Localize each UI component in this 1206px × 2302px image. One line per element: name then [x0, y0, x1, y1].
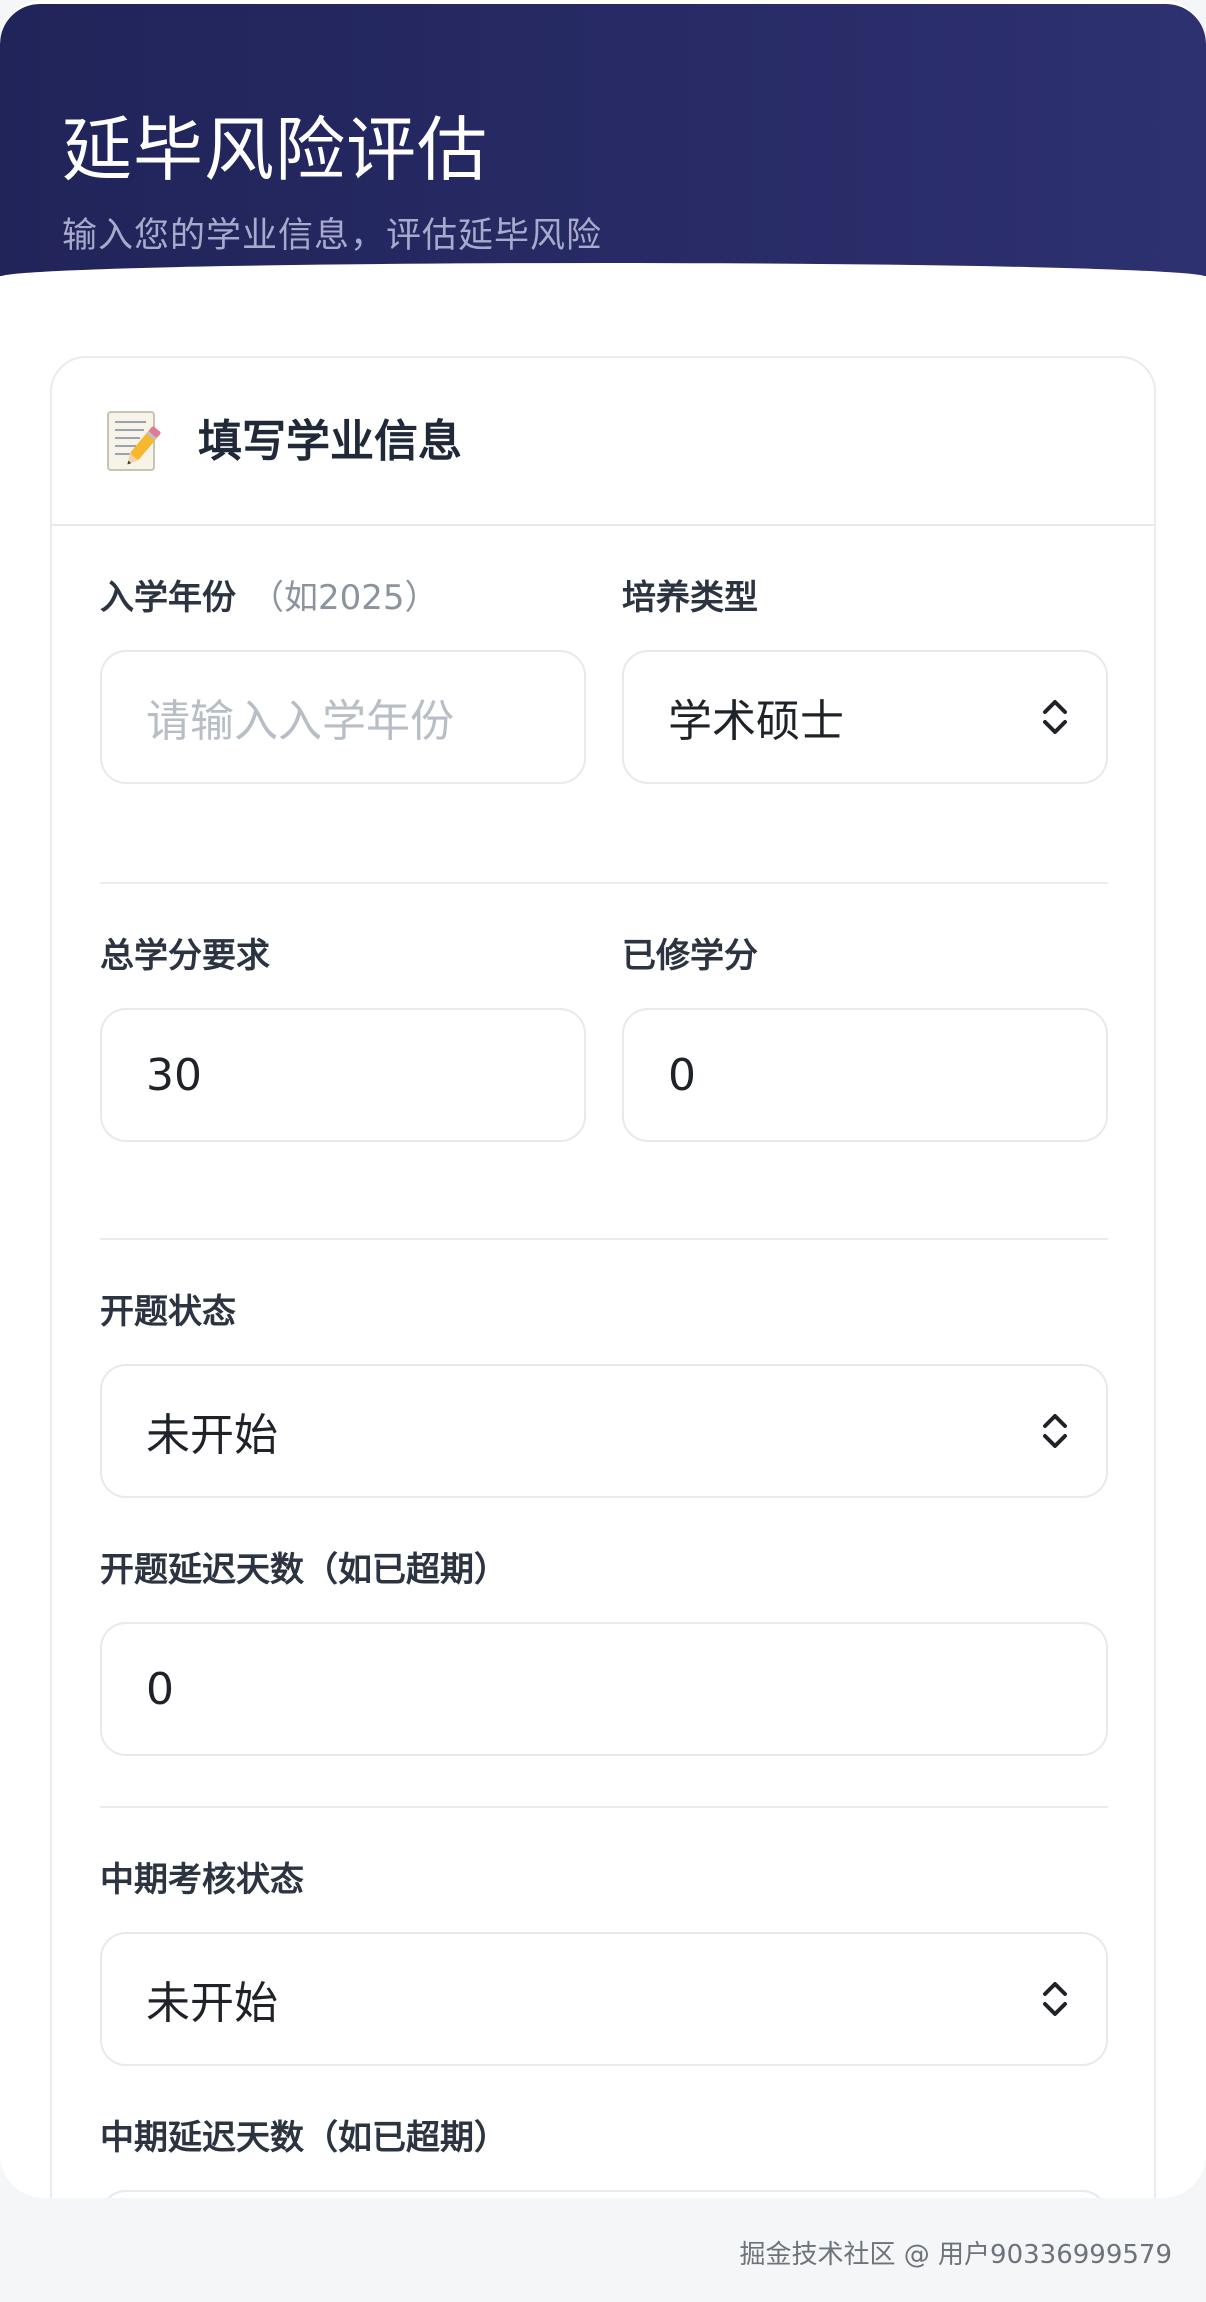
enrollment-year-hint: （如2025）	[250, 578, 439, 618]
card-title: 填写学业信息	[198, 416, 462, 467]
earned-credits-value: 0	[668, 1049, 696, 1101]
watermark: 掘金技术社区 @ 用户90336999579	[739, 2240, 1173, 2270]
section-divider	[100, 882, 1108, 884]
midterm-delay-input[interactable]	[100, 2190, 1108, 2198]
proposal-status-select[interactable]: 未开始	[100, 1364, 1108, 1498]
proposal-status-label: 开题状态	[100, 1292, 236, 1332]
chevron-up-down-icon	[1043, 1982, 1067, 2016]
total-credits-label: 总学分要求	[100, 936, 270, 976]
total-credits-value: 30	[146, 1049, 202, 1101]
midterm-status-select[interactable]: 未开始	[100, 1932, 1108, 2066]
proposal-delay-label: 开题延迟天数（如已超期）	[100, 1550, 508, 1590]
card-header: 填写学业信息	[52, 358, 1154, 526]
program-type-value: 学术硕士	[668, 696, 844, 747]
midterm-status-value: 未开始	[146, 1978, 278, 2029]
section-divider	[100, 1806, 1108, 1808]
chevron-up-down-icon	[1043, 1414, 1067, 1448]
page-header: 延毕风险评估 输入您的学业信息，评估延毕风险	[0, 4, 1206, 277]
proposal-delay-input[interactable]: 0	[100, 1622, 1108, 1756]
page-subtitle: 输入您的学业信息，评估延毕风险	[62, 216, 603, 256]
section-divider	[100, 1238, 1108, 1240]
enrollment-year-input[interactable]: 请输入入学年份	[100, 650, 586, 784]
proposal-status-value: 未开始	[146, 1410, 278, 1461]
midterm-status-label: 中期考核状态	[100, 1860, 304, 1900]
earned-credits-label: 已修学分	[622, 936, 758, 976]
enrollment-year-label: 入学年份 （如2025）	[100, 576, 439, 620]
midterm-delay-label: 中期延迟天数（如已超期）	[100, 2118, 508, 2158]
memo-icon	[107, 411, 161, 471]
app-container: 延毕风险评估 输入您的学业信息，评估延毕风险 填写学业信息 入学年份 （如202…	[0, 0, 1206, 2198]
program-type-select[interactable]: 学术硕士	[622, 650, 1108, 784]
page: 延毕风险评估 输入您的学业信息，评估延毕风险 填写学业信息 入学年份 （如202…	[0, 0, 1206, 2302]
program-type-label: 培养类型	[622, 578, 758, 618]
earned-credits-input[interactable]: 0	[622, 1008, 1108, 1142]
enrollment-year-label-text: 入学年份	[100, 578, 236, 618]
form-card: 填写学业信息 入学年份 （如2025） 请输入入学年份 培养类型 学术硕士 总学分…	[50, 356, 1156, 2198]
enrollment-year-placeholder: 请输入入学年份	[146, 696, 454, 747]
proposal-delay-value: 0	[146, 1663, 174, 1715]
total-credits-input[interactable]: 30	[100, 1008, 586, 1142]
page-title: 延毕风险评估	[62, 109, 488, 191]
chevron-up-down-icon	[1043, 700, 1067, 734]
